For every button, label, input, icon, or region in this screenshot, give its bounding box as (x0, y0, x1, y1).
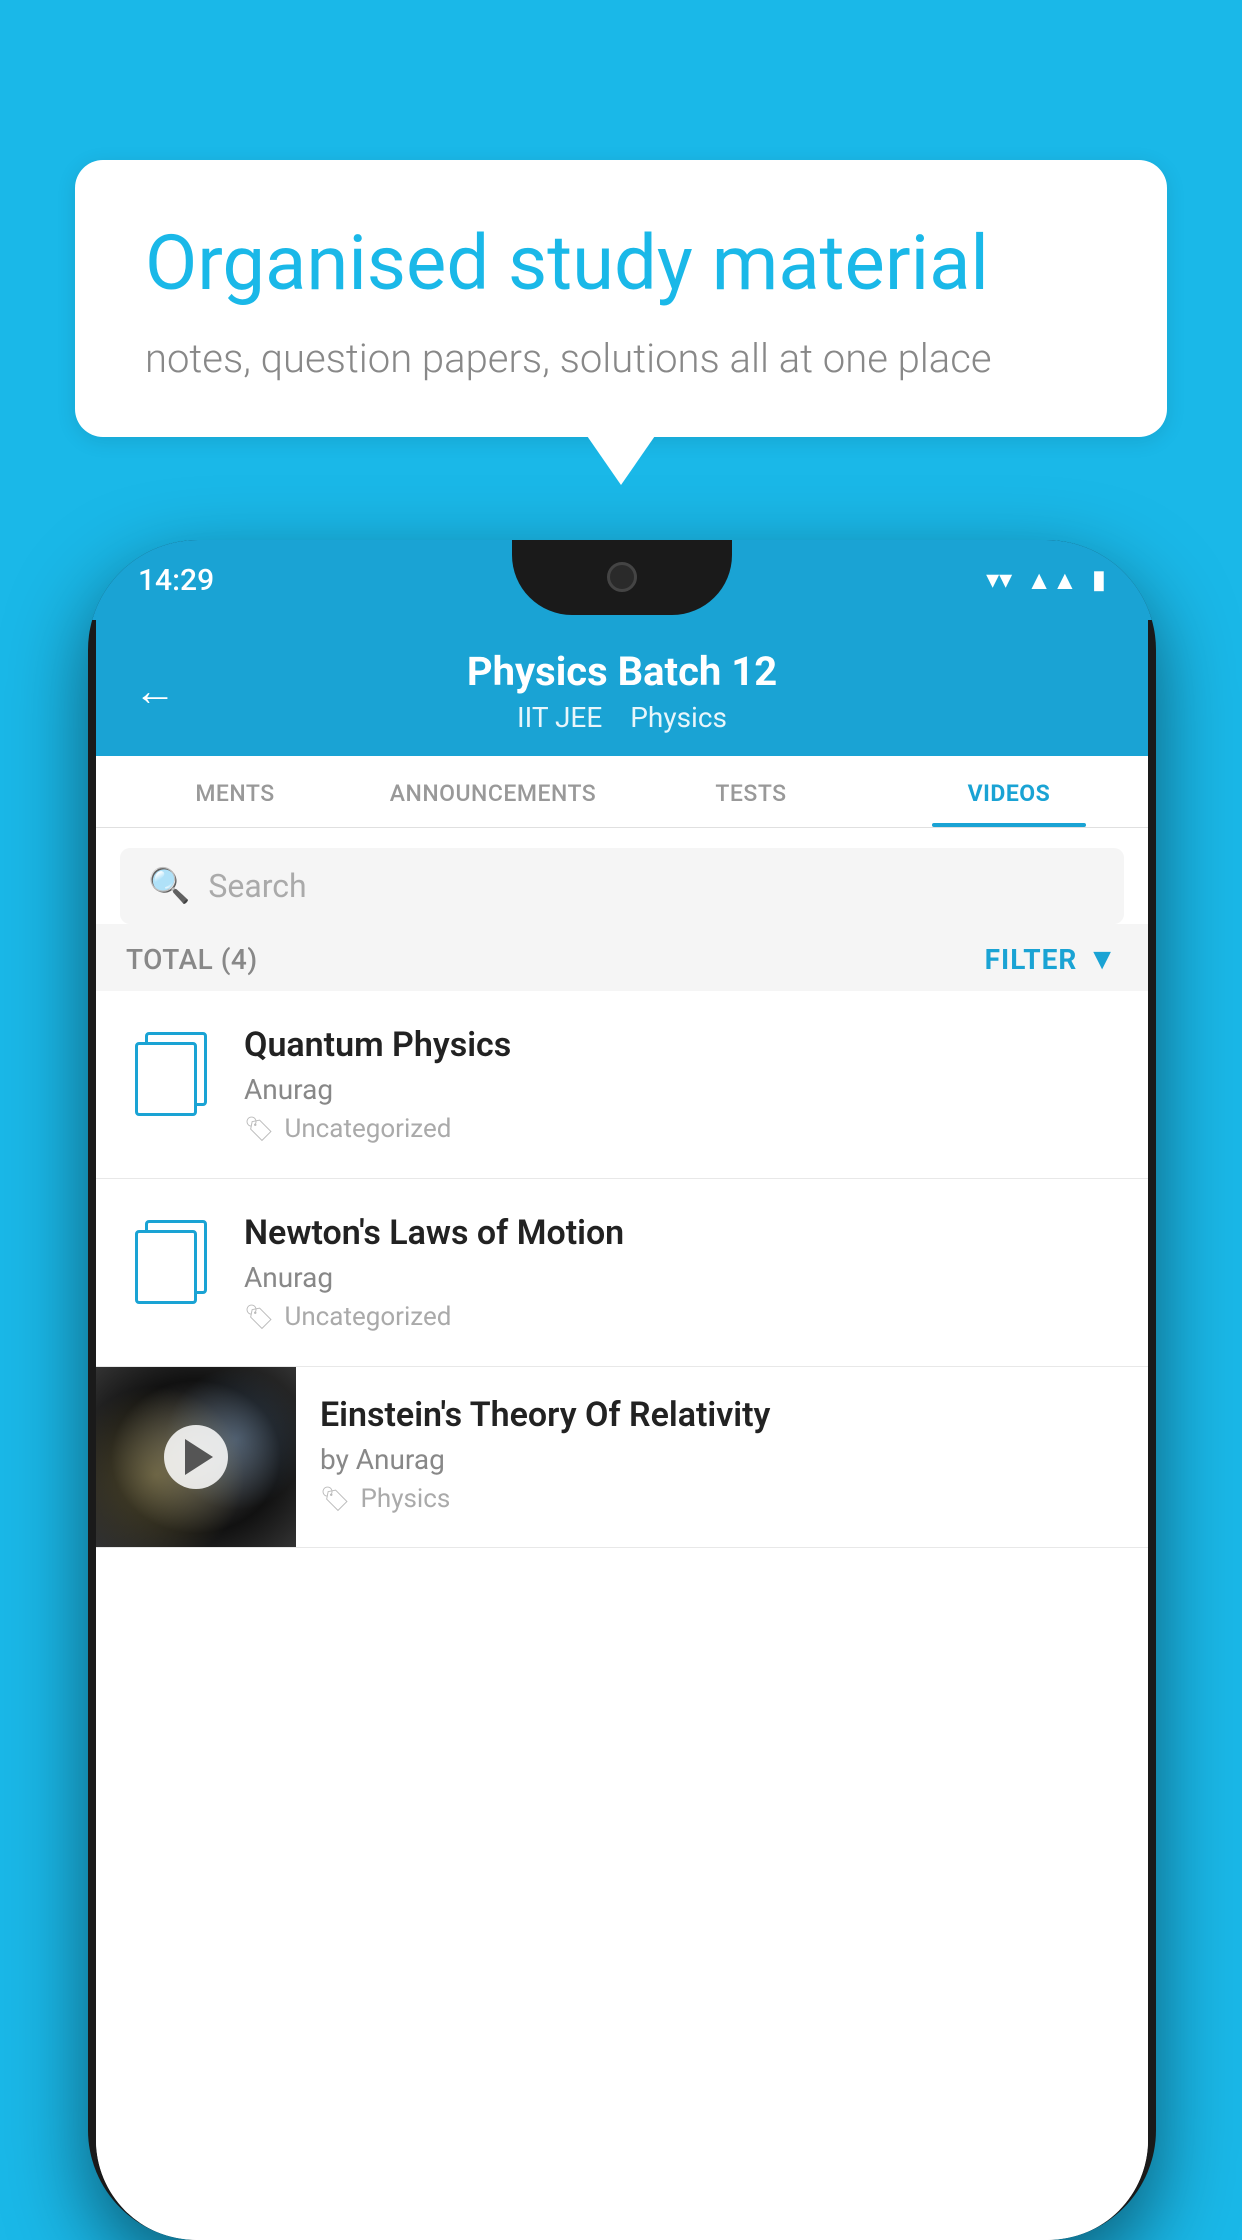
signal-icon: ▲▲ (1026, 565, 1077, 596)
list-item[interactable]: Quantum Physics Anurag 🏷 Uncategorized (96, 991, 1148, 1179)
search-container: 🔍 Search (96, 828, 1148, 924)
speech-bubble: Organised study material notes, question… (75, 160, 1167, 437)
play-icon (185, 1439, 213, 1475)
tag-icon: 🏷 (320, 1485, 350, 1513)
video-author: by Anurag (320, 1443, 1124, 1476)
item-content-2: Newton's Laws of Motion Anurag 🏷 Uncateg… (244, 1213, 1118, 1332)
search-box[interactable]: 🔍 Search (120, 848, 1124, 924)
hero-subheadline: notes, question papers, solutions all at… (145, 335, 1097, 382)
video-content: Einstein's Theory Of Relativity by Anura… (296, 1367, 1148, 1542)
camera (607, 562, 637, 592)
document-stack-icon (135, 1032, 207, 1116)
phone-frame: 14:29 ▾▾ ▲▲ ▮ ← Physics Batch 12 IIT JEE… (88, 540, 1156, 2240)
item-title: Newton's Laws of Motion (244, 1213, 1118, 1253)
tag-icon: 🏷 (244, 1115, 274, 1143)
filter-row: TOTAL (4) FILTER ▼ (96, 924, 1148, 991)
list-item[interactable]: Newton's Laws of Motion Anurag 🏷 Uncateg… (96, 1179, 1148, 1367)
doc-icon-2 (126, 1217, 216, 1307)
item-title: Quantum Physics (244, 1025, 1118, 1065)
video-list: Quantum Physics Anurag 🏷 Uncategorized (96, 991, 1148, 2240)
tab-videos[interactable]: VIDEOS (880, 756, 1138, 827)
search-icon: 🔍 (148, 866, 190, 906)
back-button[interactable]: ← (134, 667, 176, 716)
screen-subtitle: IIT JEE Physics (467, 701, 777, 734)
screen-title-block: Physics Batch 12 IIT JEE Physics (467, 648, 777, 734)
video-tag: 🏷 Physics (320, 1484, 1124, 1514)
total-count: TOTAL (4) (126, 943, 258, 976)
doc-icon-1 (126, 1029, 216, 1119)
play-button[interactable] (164, 1425, 228, 1489)
battery-icon: ▮ (1092, 565, 1106, 595)
item-author: Anurag (244, 1261, 1118, 1294)
status-icons: ▾▾ ▲▲ ▮ (986, 565, 1106, 596)
app-top-bar: ← Physics Batch 12 IIT JEE Physics (96, 620, 1148, 756)
item-tag: 🏷 Uncategorized (244, 1302, 1118, 1332)
tab-announcements[interactable]: ANNOUNCEMENTS (364, 756, 622, 827)
list-item-video[interactable]: Einstein's Theory Of Relativity by Anura… (96, 1367, 1148, 1548)
status-time: 14:29 (138, 563, 214, 598)
tag-label: Uncategorized (284, 1114, 451, 1144)
tab-bar: MENTS ANNOUNCEMENTS TESTS VIDEOS (96, 756, 1148, 828)
hero-headline: Organised study material (145, 220, 1097, 307)
tab-ments[interactable]: MENTS (106, 756, 364, 827)
item-tag: 🏷 Uncategorized (244, 1114, 1118, 1144)
tag-label: Uncategorized (284, 1302, 451, 1332)
app-screen: ← Physics Batch 12 IIT JEE Physics MENTS… (96, 620, 1148, 2240)
video-title: Einstein's Theory Of Relativity (320, 1395, 1124, 1435)
screen-title: Physics Batch 12 (467, 648, 777, 695)
tag-icon: 🏷 (244, 1303, 274, 1331)
subtitle-subject: Physics (630, 701, 727, 734)
subtitle-course: IIT JEE (517, 701, 602, 734)
doc-front (135, 1230, 197, 1304)
filter-funnel-icon: ▼ (1087, 942, 1118, 977)
search-placeholder-text: Search (208, 867, 306, 905)
filter-button[interactable]: FILTER ▼ (985, 942, 1118, 977)
tag-label: Physics (360, 1484, 450, 1514)
tab-tests[interactable]: TESTS (622, 756, 880, 827)
doc-front (135, 1042, 197, 1116)
video-thumbnail (96, 1367, 296, 1547)
wifi-icon: ▾▾ (986, 565, 1012, 595)
hero-section: Organised study material notes, question… (75, 160, 1167, 437)
item-author: Anurag (244, 1073, 1118, 1106)
document-stack-icon (135, 1220, 207, 1304)
item-content-1: Quantum Physics Anurag 🏷 Uncategorized (244, 1025, 1118, 1144)
